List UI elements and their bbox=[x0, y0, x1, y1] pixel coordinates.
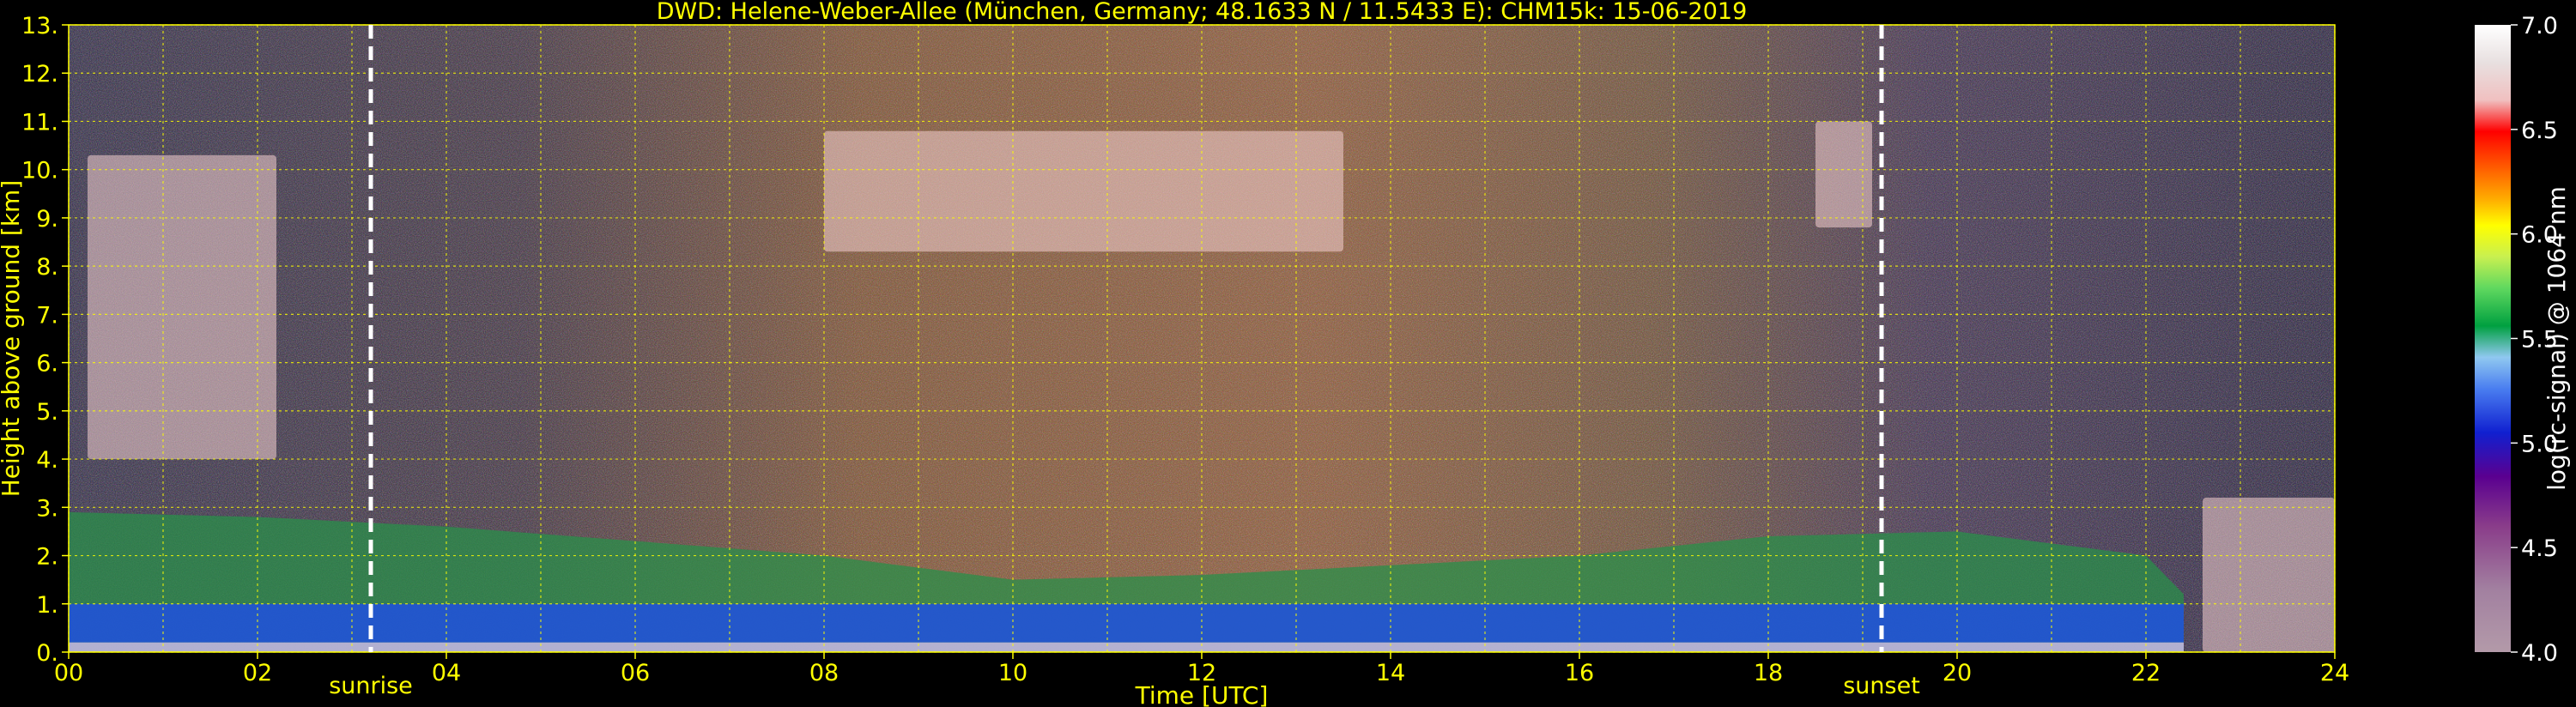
x-tick-label: 08 bbox=[809, 660, 839, 686]
colorbar-tick-label: 6.5 bbox=[2521, 118, 2558, 144]
y-tick-label: 10. bbox=[21, 158, 58, 184]
y-axis-label: Height above ground [km] bbox=[0, 180, 25, 498]
y-tick-label: 12. bbox=[21, 61, 58, 88]
y-tick-label: 11. bbox=[21, 109, 58, 136]
x-tick-label: 10 bbox=[998, 660, 1027, 686]
y-tick-label: 8. bbox=[36, 254, 58, 281]
near-ground-mark bbox=[69, 642, 2184, 652]
colorbar: 4.04.55.05.56.06.57.0 log(rc-signal) @ 1… bbox=[2475, 13, 2571, 667]
y-tick-label: 4. bbox=[36, 447, 58, 474]
cloud-layer-mark bbox=[1815, 121, 1872, 228]
x-tick-label: 22 bbox=[2131, 660, 2161, 686]
y-tick-label: 1. bbox=[36, 592, 58, 619]
x-tick-label: 04 bbox=[432, 660, 461, 686]
x-tick-label: 16 bbox=[1565, 660, 1594, 686]
cloud-layer-mark bbox=[2203, 498, 2335, 652]
x-tick-label: 24 bbox=[2320, 660, 2349, 686]
y-tick-label: 13. bbox=[21, 13, 58, 39]
sunrise-label: sunrise bbox=[329, 673, 413, 699]
colorbar-label: log(rc-signal) @ 1064 nm bbox=[2543, 186, 2571, 491]
colorbar-gradient bbox=[2475, 25, 2511, 652]
y-tick-label: 7. bbox=[36, 302, 58, 329]
y-tick-label: 3. bbox=[36, 495, 58, 522]
y-tick-label: 6. bbox=[36, 351, 58, 378]
x-axis-label: Time [UTC] bbox=[1135, 681, 1269, 707]
colorbar-tick-label: 4.0 bbox=[2521, 640, 2558, 667]
sunset-label: sunset bbox=[1843, 673, 1920, 699]
x-tick-label: 02 bbox=[243, 660, 272, 686]
x-tick-label: 18 bbox=[1754, 660, 1783, 686]
y-tick-label: 2. bbox=[36, 544, 58, 571]
colorbar-tick-label: 7.0 bbox=[2521, 13, 2558, 39]
colorbar-tick-label: 4.5 bbox=[2521, 535, 2558, 562]
chart: sunrise sunset 0.1.2.3.4.5.6.7.8.9.10.11.… bbox=[0, 0, 2571, 707]
y-tick-label: 9. bbox=[36, 206, 58, 233]
x-tick-label: 20 bbox=[1943, 660, 1972, 686]
y-tick-label: 5. bbox=[36, 399, 58, 426]
chart-title: DWD: Helene-Weber-Allee (München, German… bbox=[657, 0, 1748, 25]
cloud-layer-mark bbox=[824, 130, 1343, 252]
x-tick-label: 14 bbox=[1376, 660, 1405, 686]
x-tick-label: 06 bbox=[621, 660, 650, 686]
x-tick-label: 00 bbox=[54, 660, 83, 686]
cloud-layer-mark bbox=[88, 154, 276, 460]
residual-layer-mark bbox=[69, 603, 2184, 643]
